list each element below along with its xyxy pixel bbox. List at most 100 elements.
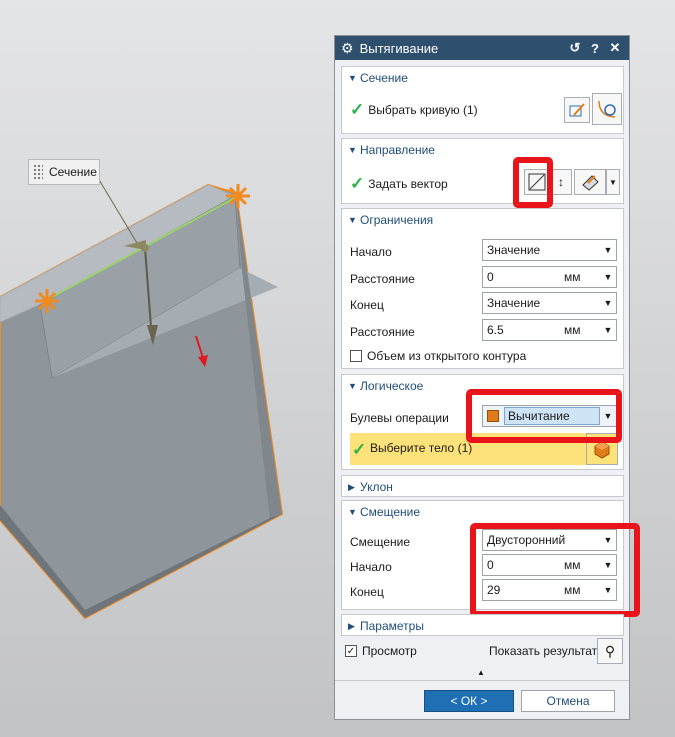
limits-distance2-label: Расстояние [350, 325, 415, 339]
offset-header[interactable]: ▼ Смещение [342, 501, 623, 523]
limits-end-label: Конец [350, 298, 384, 312]
vector-icon: ↕ [558, 175, 564, 189]
boolean-title: Логическое [360, 379, 424, 393]
limits-distance1-unit: мм [564, 270, 581, 284]
limits-header[interactable]: ▼ Ограничения [342, 209, 623, 231]
expand-arrow-icon: ▶ [348, 481, 355, 492]
draft-title: Уклон [360, 480, 393, 494]
subtract-icon [487, 410, 499, 422]
offset-end-input[interactable]: 29 мм ▼ [482, 579, 617, 601]
sketch-section-button[interactable] [564, 97, 590, 123]
reverse-direction-button[interactable] [524, 169, 550, 195]
solid-body-icon [594, 441, 610, 459]
show-result-button[interactable]: ⚲ [597, 638, 623, 664]
select-body-row[interactable]: ✓ Выберите тело (1) [350, 433, 586, 465]
select-curve-label: Выбрать кривую (1) [368, 102, 478, 117]
dialog-title: Вытягивание [359, 40, 439, 56]
section-group: ▼ Сечение ✓ Выбрать кривую (1) [341, 66, 624, 134]
chevron-down-icon: ▼ [603, 535, 613, 545]
collapse-arrow-icon: ▼ [348, 507, 357, 517]
limits-end-value: Значение [487, 296, 541, 310]
offset-start-label: Начало [350, 560, 392, 574]
section-label-tag[interactable]: Сечение [28, 159, 100, 185]
direction-title: Направление [360, 143, 435, 157]
dialog-titlebar: ⚙ Вытягивание ↺ ? ✕ [335, 36, 629, 60]
offset-end-label: Конец [350, 585, 384, 599]
chevron-down-icon: ▼ [603, 245, 613, 255]
limits-start-label: Начало [350, 245, 392, 259]
chevron-down-icon: ▼ [603, 411, 613, 421]
select-curve-row[interactable]: ✓ Выбрать кривую (1) [350, 101, 478, 118]
params-header[interactable]: ▶ Параметры [342, 615, 623, 637]
limits-group: ▼ Ограничения Начало Значение ▼ Расстоян… [341, 208, 624, 369]
expand-arrow-icon: ▶ [348, 620, 355, 631]
chevron-down-icon: ▼ [603, 560, 613, 570]
sketch-icon [569, 103, 585, 117]
open-profile-checkbox[interactable] [350, 350, 362, 362]
check-icon: ✓ [352, 440, 367, 459]
open-profile-row[interactable]: Объем из открытого контура [350, 349, 526, 363]
offset-type-select[interactable]: Двусторонний ▼ [482, 529, 617, 551]
chevron-down-icon: ▼ [603, 585, 613, 595]
help-icon[interactable]: ? [587, 41, 603, 56]
expand-footer-icon[interactable]: ▲ [477, 668, 485, 677]
show-result-label: Показать результат [489, 644, 598, 658]
drag-grip-icon[interactable] [33, 164, 43, 180]
limits-distance2-input[interactable]: 6.5 мм ▼ [482, 319, 617, 341]
cancel-button[interactable]: Отмена [521, 690, 615, 712]
params-title: Параметры [360, 619, 424, 633]
direction-header[interactable]: ▼ Направление [342, 139, 623, 161]
extrude-dialog: ⚙ Вытягивание ↺ ? ✕ ▼ Сечение ✓ Выбрать … [334, 35, 640, 720]
offset-type-label: Смещение [350, 535, 411, 549]
preview-checkbox[interactable]: ✓ [345, 645, 357, 657]
inferred-vector-button[interactable] [574, 169, 606, 195]
select-body-button[interactable] [586, 433, 618, 465]
gear-icon[interactable]: ⚙ [341, 40, 354, 57]
offset-group: ▼ Смещение Смещение Двусторонний ▼ Начал… [341, 500, 624, 610]
boolean-op-select[interactable]: Вычитание ▼ [482, 405, 617, 427]
ok-button[interactable]: < ОК > [424, 690, 514, 712]
collapse-arrow-icon: ▼ [348, 73, 357, 83]
vector-dialog-button[interactable]: ↕ [550, 169, 572, 195]
section-title: Сечение [360, 71, 408, 85]
boolean-group: ▼ Логическое Булевы операции Вычитание ▼… [341, 374, 624, 470]
set-vector-label: Задать вектор [368, 176, 448, 191]
boolean-op-value: Вычитание [504, 407, 600, 425]
reverse-direction-icon [528, 173, 546, 191]
limits-end-select[interactable]: Значение ▼ [482, 292, 617, 314]
limits-distance1-value: 0 [487, 270, 494, 284]
section-header[interactable]: ▼ Сечение [342, 67, 623, 89]
section-tag-label: Сечение [49, 165, 97, 179]
set-vector-row[interactable]: ✓ Задать вектор [350, 175, 448, 192]
direction-group: ▼ Направление ✓ Задать вектор ↕ ▼ [341, 138, 624, 204]
limits-start-value: Значение [487, 243, 541, 257]
draft-header[interactable]: ▶ Уклон [342, 476, 623, 498]
params-group: ▶ Параметры [341, 614, 624, 636]
vector-options-dropdown[interactable]: ▼ [606, 169, 620, 195]
curve-select-button[interactable] [592, 93, 622, 125]
collapse-arrow-icon: ▼ [348, 381, 357, 391]
check-icon: ✓ [350, 100, 365, 119]
boolean-header[interactable]: ▼ Логическое [342, 375, 623, 397]
footer-divider [335, 680, 629, 681]
draft-group: ▶ Уклон [341, 475, 624, 497]
offset-title: Смещение [360, 505, 421, 519]
boolean-op-label: Булевы операции [350, 411, 449, 425]
offset-start-unit: мм [564, 558, 581, 572]
limits-start-select[interactable]: Значение ▼ [482, 239, 617, 261]
preview-label: Просмотр [362, 644, 417, 658]
collapse-arrow-icon: ▼ [348, 215, 357, 225]
preview-row[interactable]: ✓ Просмотр [345, 644, 417, 658]
chevron-down-icon: ▼ [603, 272, 613, 282]
open-profile-label: Объем из открытого контура [367, 349, 527, 363]
magnifier-icon: ⚲ [604, 642, 616, 659]
offset-start-value: 0 [487, 558, 494, 572]
limits-distance2-value: 6.5 [487, 323, 504, 337]
offset-start-input[interactable]: 0 мм ▼ [482, 554, 617, 576]
check-icon: ✓ [350, 174, 365, 193]
reset-icon[interactable]: ↺ [567, 40, 583, 56]
chevron-down-icon: ▼ [603, 298, 613, 308]
close-icon[interactable]: ✕ [607, 40, 623, 56]
limits-distance1-input[interactable]: 0 мм ▼ [482, 266, 617, 288]
collapse-arrow-icon: ▼ [348, 145, 357, 155]
